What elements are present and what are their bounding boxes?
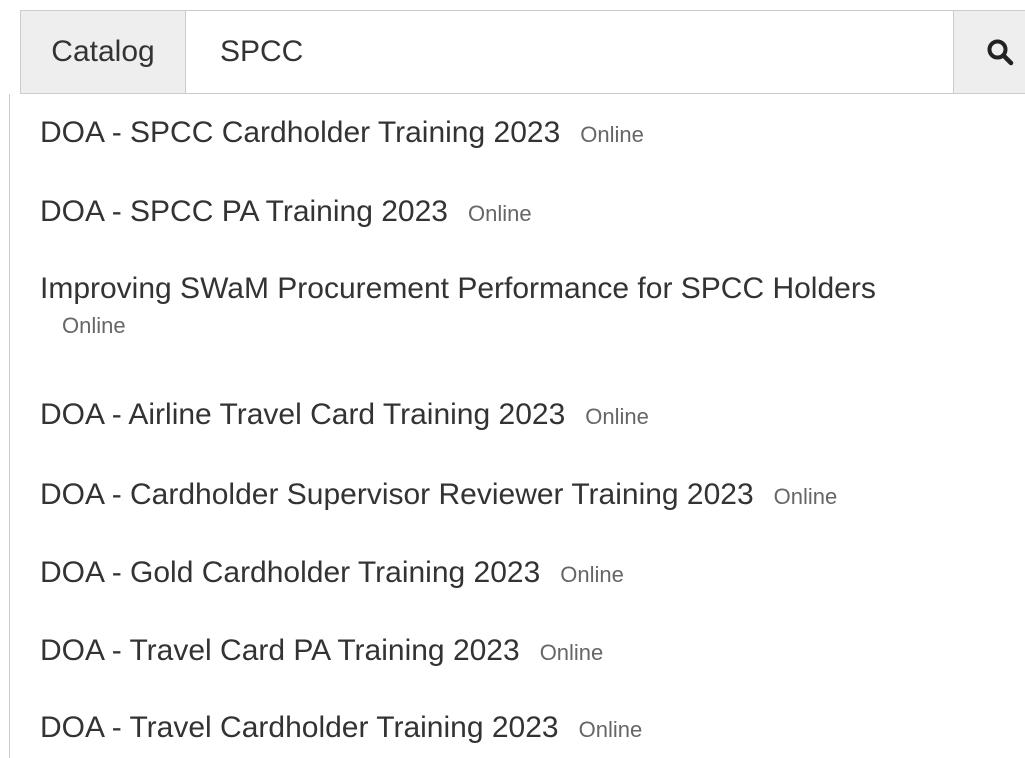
- suggestion-item[interactable]: DOA - Airline Travel Card Training 2023 O…: [40, 395, 1019, 437]
- suggestion-title: DOA - SPCC Cardholder Training 2023: [40, 116, 561, 149]
- search-icon: [987, 39, 1014, 66]
- suggestion-title: DOA - SPCC PA Training 2023: [40, 195, 448, 228]
- search-query: SPCC: [220, 35, 304, 68]
- search-button[interactable]: [954, 11, 1025, 93]
- suggestion-title: DOA - Airline Travel Card Training 2023: [40, 398, 566, 431]
- suggestion-format: Online: [560, 562, 624, 587]
- suggestion-title: DOA - Travel Card PA Training 2023: [40, 634, 520, 667]
- suggestion-format: Online: [62, 313, 126, 338]
- search-input[interactable]: SPCC: [186, 11, 954, 93]
- suggestion-title: DOA - Travel Cardholder Training 2023: [40, 711, 559, 744]
- suggestion-title: DOA - Gold Cardholder Training 2023: [40, 556, 541, 589]
- suggestion-item[interactable]: Improving SWaM Procurement Performance f…: [40, 269, 1019, 341]
- suggestion-title: DOA - Cardholder Supervisor Reviewer Tra…: [40, 478, 754, 511]
- search-suggestions: DOA - SPCC Cardholder Training 2023 Onlin…: [9, 94, 1025, 758]
- suggestion-item[interactable]: DOA - Travel Cardholder Training 2023 Onl…: [40, 708, 1019, 750]
- scope-select[interactable]: Catalog: [21, 11, 186, 93]
- suggestion-item[interactable]: DOA - SPCC Cardholder Training 2023 Onlin…: [40, 113, 1019, 155]
- scope-label: Catalog: [51, 35, 155, 68]
- suggestion-format: Online: [585, 404, 649, 429]
- page: Catalog SPCC DOA - SPCC Cardholder Train…: [0, 0, 1025, 758]
- suggestion-item[interactable]: DOA - Gold Cardholder Training 2023 Onlin…: [40, 553, 1019, 595]
- suggestion-item[interactable]: DOA - SPCC PA Training 2023 Online: [40, 192, 1019, 234]
- suggestion-format: Online: [539, 640, 604, 665]
- suggestion-format: Online: [578, 717, 643, 742]
- suggestion-format: Online: [467, 201, 532, 226]
- search-bar: Catalog SPCC: [20, 10, 1025, 94]
- suggestion-item[interactable]: DOA - Travel Card PA Training 2023 Online: [40, 631, 1019, 673]
- suggestion-format: Online: [773, 484, 838, 509]
- suggestion-title: Improving SWaM Procurement Performance f…: [40, 272, 876, 305]
- suggestion-item[interactable]: DOA - Cardholder Supervisor Reviewer Tra…: [40, 475, 1019, 517]
- suggestion-format: Online: [580, 122, 644, 147]
